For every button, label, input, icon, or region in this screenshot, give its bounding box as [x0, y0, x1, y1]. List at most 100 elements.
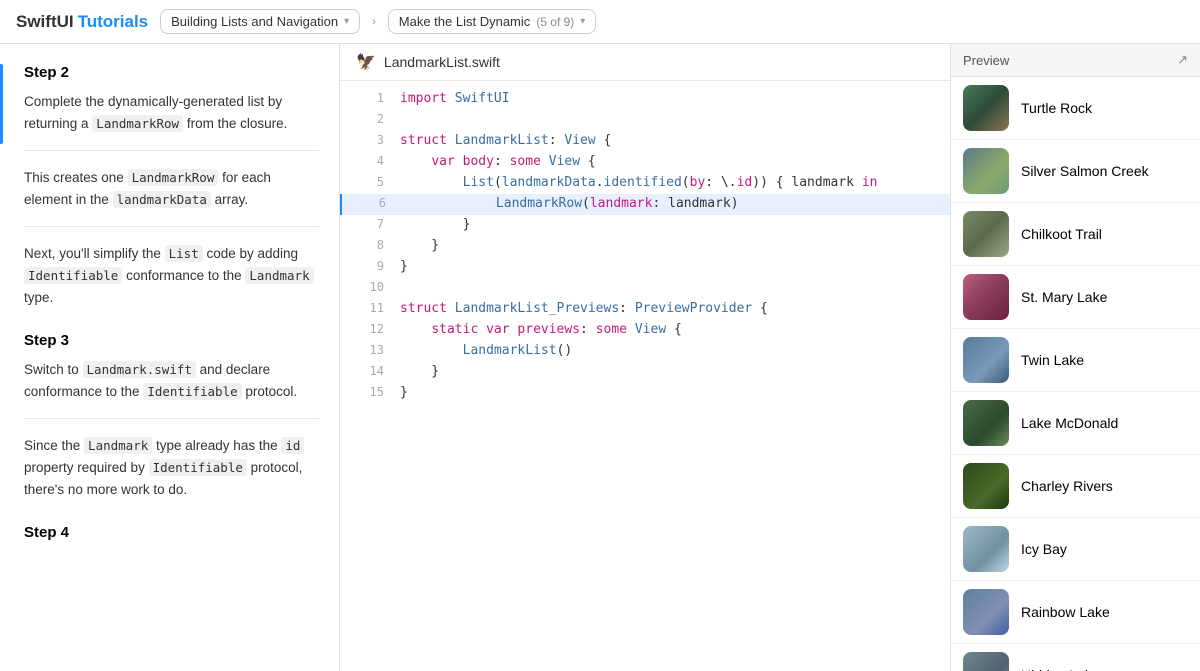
- preview-list-item[interactable]: Lake McDonald: [951, 392, 1200, 455]
- line-number: 11: [356, 299, 384, 318]
- step-3-code1: Landmark.swift: [83, 361, 196, 378]
- preview-expand-icon[interactable]: ↗: [1177, 52, 1188, 68]
- step-2-code3: landmarkData: [113, 191, 211, 208]
- step-4-section: Step 4: [24, 524, 319, 541]
- code-line: 6 LandmarkRow(landmark: landmark): [340, 194, 950, 215]
- step-2-text-para2: This creates one LandmarkRow for each el…: [24, 167, 319, 210]
- landmark-name: Silver Salmon Creek: [1021, 163, 1149, 179]
- line-content: }: [400, 236, 439, 257]
- line-number: 15: [356, 383, 384, 402]
- brand-swift: SwiftUI: [16, 12, 74, 32]
- line-number: 8: [356, 236, 384, 255]
- line-content: LandmarkRow(landmark: landmark): [402, 194, 739, 215]
- landmark-name: Chilkoot Trail: [1021, 226, 1102, 242]
- landmark-thumbnail: [963, 400, 1009, 446]
- preview-list-item[interactable]: Chilkoot Trail: [951, 203, 1200, 266]
- code-content[interactable]: 1import SwiftUI23struct LandmarkList: Vi…: [340, 81, 950, 671]
- code-line: 10: [340, 278, 950, 299]
- preview-header: Preview ↗: [951, 44, 1200, 77]
- landmark-thumbnail: [963, 274, 1009, 320]
- landmark-name: St. Mary Lake: [1021, 289, 1107, 305]
- line-content: LandmarkList(): [400, 341, 572, 362]
- line-number: 7: [356, 215, 384, 234]
- line-number: 6: [358, 194, 386, 213]
- line-content: struct LandmarkList: View {: [400, 131, 611, 152]
- landmark-thumbnail: [963, 652, 1009, 671]
- header: SwiftUI Tutorials Building Lists and Nav…: [0, 0, 1200, 44]
- code-editor: 🦅 LandmarkList.swift 1import SwiftUI23st…: [340, 44, 950, 671]
- nav-separator-arrow: ›: [372, 16, 376, 28]
- step-4-title: Step 4: [24, 524, 319, 541]
- line-number: 3: [356, 131, 384, 150]
- step-3-code4: id: [281, 437, 304, 454]
- preview-list-item[interactable]: Turtle Rock: [951, 77, 1200, 140]
- code-line: 7 }: [340, 215, 950, 236]
- line-number: 4: [356, 152, 384, 171]
- preview-list-item[interactable]: Silver Salmon Creek: [951, 140, 1200, 203]
- landmark-thumbnail: [963, 337, 1009, 383]
- step-2-section: Step 2 Complete the dynamically-generate…: [24, 64, 319, 308]
- preview-list: Turtle Rock Silver Salmon Creek Chilkoot T…: [951, 77, 1200, 671]
- line-content: struct LandmarkList_Previews: PreviewPro…: [400, 299, 768, 320]
- landmark-thumbnail: [963, 526, 1009, 572]
- code-line: 13 LandmarkList(): [340, 341, 950, 362]
- sidebar: Step 2 Complete the dynamically-generate…: [0, 44, 340, 671]
- step-3-text-para1: Switch to Landmark.swift and declare con…: [24, 359, 319, 402]
- landmark-name: Charley Rivers: [1021, 478, 1113, 494]
- code-line: 14 }: [340, 362, 950, 383]
- nav-step-pill[interactable]: Make the List Dynamic (5 of 9) ▾: [388, 9, 597, 34]
- code-line: 4 var body: some View {: [340, 152, 950, 173]
- step-3-text-para2: Since the Landmark type already has the …: [24, 435, 319, 500]
- preview-list-item[interactable]: Hidden Lake: [951, 644, 1200, 671]
- nav-chapter-pill[interactable]: Building Lists and Navigation ▾: [160, 9, 360, 34]
- step-count: (5 of 9): [536, 15, 574, 29]
- code-line: 9}: [340, 257, 950, 278]
- step-2-code4: List: [165, 245, 203, 262]
- code-line: 5 List(landmarkData.identified(by: \.id)…: [340, 173, 950, 194]
- brand-logo[interactable]: SwiftUI Tutorials: [16, 12, 148, 32]
- line-content: }: [400, 383, 408, 404]
- landmark-thumbnail: [963, 211, 1009, 257]
- code-line: 3 struct LandmarkList: View {: [340, 131, 950, 152]
- main-layout: Step 2 Complete the dynamically-generate…: [0, 44, 1200, 671]
- step-3-code5: Identifiable: [149, 459, 247, 476]
- landmark-thumbnail: [963, 589, 1009, 635]
- landmark-name: Hidden Lake: [1021, 667, 1100, 671]
- step-2-code1: LandmarkRow: [92, 115, 183, 132]
- landmark-thumbnail: [963, 463, 1009, 509]
- step-2-title: Step 2: [24, 64, 319, 81]
- line-content: import SwiftUI: [400, 89, 510, 110]
- landmark-name: Lake McDonald: [1021, 415, 1118, 431]
- landmark-name: Turtle Rock: [1021, 100, 1092, 116]
- step-2-code2: LandmarkRow: [128, 169, 219, 186]
- preview-list-item[interactable]: Rainbow Lake: [951, 581, 1200, 644]
- preview-list-item[interactable]: Charley Rivers: [951, 455, 1200, 518]
- code-line: 11 struct LandmarkList_Previews: PreviewP…: [340, 299, 950, 320]
- line-number: 9: [356, 257, 384, 276]
- line-number: 10: [356, 278, 384, 297]
- step-2-code6: Landmark: [245, 267, 313, 284]
- step-3-code3: Landmark: [84, 437, 152, 454]
- active-step-indicator: [0, 64, 3, 144]
- code-line: 12 static var previews: some View {: [340, 320, 950, 341]
- swift-file-icon: 🦅: [356, 52, 376, 72]
- step-3-code2: Identifiable: [143, 383, 241, 400]
- preview-list-item[interactable]: St. Mary Lake: [951, 266, 1200, 329]
- line-content: }: [400, 215, 470, 236]
- chapter-label: Building Lists and Navigation: [171, 14, 338, 29]
- step-chevron: ▾: [580, 16, 585, 27]
- preview-list-item[interactable]: Icy Bay: [951, 518, 1200, 581]
- file-name: LandmarkList.swift: [384, 54, 500, 70]
- line-number: 5: [356, 173, 384, 192]
- line-content: List(landmarkData.identified(by: \.id)) …: [400, 173, 877, 194]
- step-2-divider2: [24, 226, 319, 227]
- line-number: 12: [356, 320, 384, 339]
- code-line: 15}: [340, 383, 950, 404]
- preview-list-item[interactable]: Twin Lake: [951, 329, 1200, 392]
- code-line: 1import SwiftUI: [340, 89, 950, 110]
- preview-panel: Preview ↗ Turtle Rock Silver Salmon Creek…: [950, 44, 1200, 671]
- step-3-divider1: [24, 418, 319, 419]
- step-3-section: Step 3 Switch to Landmark.swift and decl…: [24, 332, 319, 500]
- chapter-chevron: ▾: [344, 16, 349, 27]
- step-3-title: Step 3: [24, 332, 319, 349]
